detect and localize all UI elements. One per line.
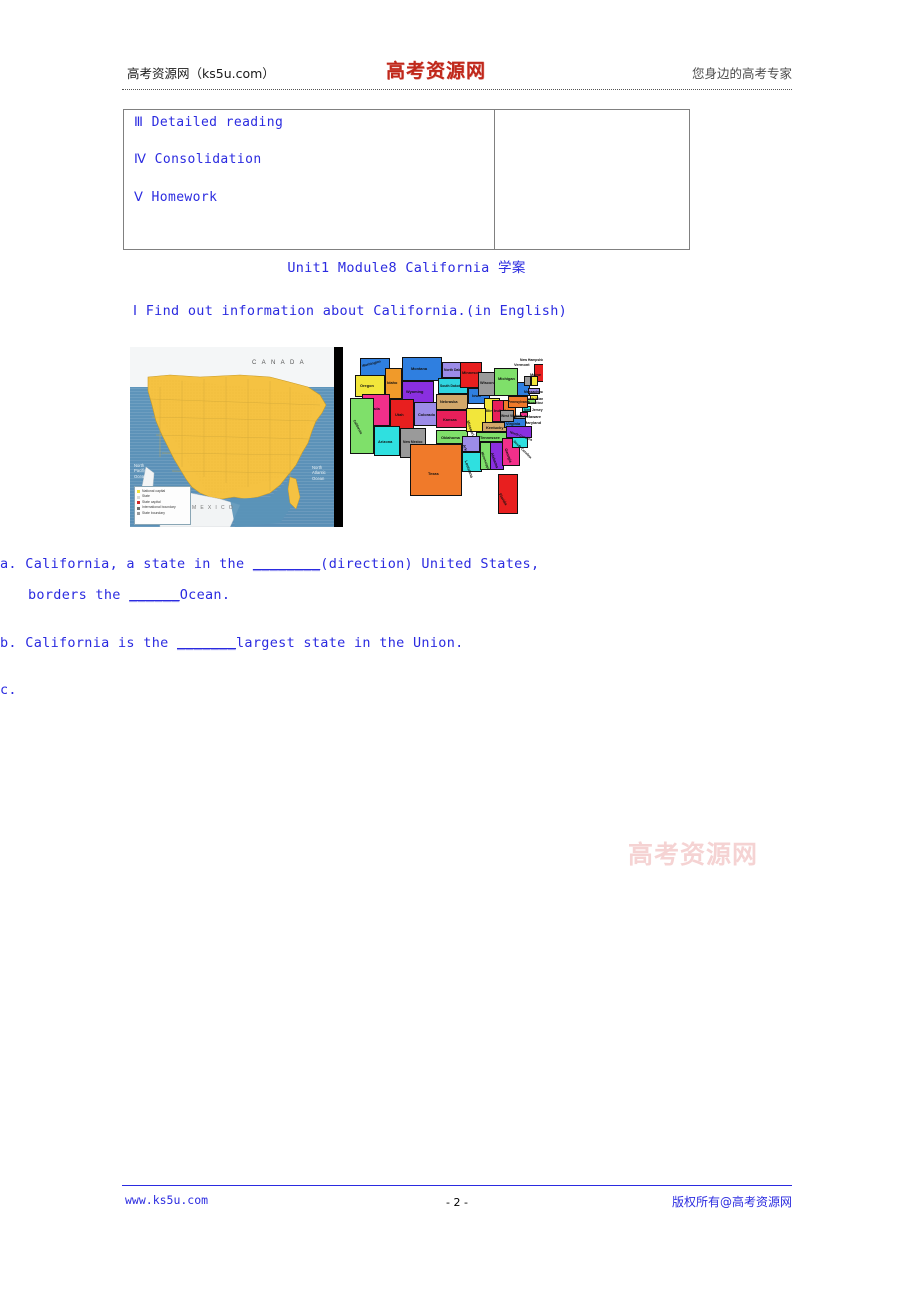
document-page: 高考资源网（ks5u.com） 高考资源网 您身边的高考专家 Ⅲ Detaile…: [0, 0, 920, 1302]
state-shape: [410, 444, 462, 496]
legend-swatch: [137, 490, 140, 494]
state-label: Nebraska: [440, 399, 458, 404]
state-label: Utah: [395, 412, 404, 417]
footer-copyright: 版权所有@高考资源网: [671, 1195, 792, 1209]
question-a-blank-2[interactable]: ______: [129, 587, 180, 603]
legend-label: State boundary: [142, 510, 165, 515]
question-b-text-after: largest state in the Union.: [236, 635, 464, 651]
state-label: Tennessee: [480, 435, 500, 440]
header-slogan: 您身边的高考专家: [691, 66, 792, 81]
question-a-text-after: (direction) United States,: [320, 556, 540, 572]
state-label: West Virginia: [501, 414, 523, 418]
legend-swatch: [137, 511, 140, 515]
state-label: Kansas: [443, 417, 457, 422]
state-shape: [494, 368, 518, 396]
page-header: 高考资源网（ks5u.com） 高考资源网 您身边的高考专家: [122, 56, 792, 90]
question-b-line1: b. California is the _______largest stat…: [0, 635, 464, 651]
question-a-line2-after: Ocean.: [179, 587, 231, 603]
us-physical-map-image: C A N A D A M E X I C O North Pacific Ocea…: [130, 347, 343, 527]
state-label: Massachusetts: [524, 390, 543, 394]
header-site-name: 高考资源网（ks5u.com）: [127, 66, 275, 81]
map-legend: National capital State State capital Int…: [134, 486, 191, 525]
state-shape: [350, 398, 374, 454]
outline-row-homework: Ⅴ Homework: [134, 189, 218, 205]
question-c-marker: c.: [0, 682, 17, 698]
state-label: Michigan: [498, 376, 515, 381]
state-shape: [531, 376, 538, 386]
page-watermark: 高考资源网: [628, 840, 759, 869]
question-b-text-before: California is the: [25, 635, 177, 651]
section-one-heading: Ⅰ Find out information about California.…: [133, 303, 568, 319]
question-a-line2-before: borders the: [28, 587, 130, 603]
legend-swatch: [137, 495, 140, 499]
outline-table: Ⅲ Detailed reading Ⅳ Consolidation Ⅴ Hom…: [123, 109, 690, 250]
state-label: New Hampshire: [520, 358, 543, 362]
label-north-atlantic-ocean: North Atlantic Ocean: [312, 465, 326, 481]
question-a-blank-1[interactable]: ________: [253, 556, 320, 572]
label-canada: C A N A D A: [252, 360, 306, 366]
state-label: Kentucky: [486, 425, 504, 430]
state-label: Wyoming: [406, 389, 424, 394]
state-label: Delaware: [524, 414, 542, 419]
outline-row-detailed-reading: Ⅲ Detailed reading: [134, 115, 284, 130]
header-divider: [122, 89, 792, 90]
image-black-border-strip: [334, 347, 343, 527]
legend-swatch: [137, 506, 140, 510]
state-label: Texas: [428, 471, 439, 476]
question-b-marker: b.: [0, 635, 17, 651]
state-label: Oklahoma: [441, 435, 460, 440]
us-political-map-image: Washington Oregon Idaho Montana North Dakota…: [348, 346, 543, 526]
outline-row-consolidation: Ⅳ Consolidation: [134, 152, 262, 168]
state-label: Oregon: [360, 383, 374, 388]
question-a-marker: a.: [0, 556, 17, 572]
outline-table-cell-right: [495, 110, 691, 249]
page-title: Unit1 Module8 California 学案: [287, 260, 526, 276]
footer-divider: [122, 1185, 792, 1186]
legend-swatch: [137, 501, 140, 505]
state-label: Montana: [411, 366, 427, 371]
state-label: Idaho: [387, 380, 398, 385]
label-north-pacific-ocean: North Pacific Ocean: [134, 463, 147, 479]
state-label: Pennsylvania: [508, 400, 530, 404]
question-a-line1: a. California, a state in the ________(d…: [0, 556, 540, 572]
state-shape: [524, 376, 531, 386]
state-label: Arizona: [378, 439, 393, 444]
label-mexico: M E X I C O: [192, 505, 235, 511]
header-logo: 高考资源网: [386, 60, 487, 82]
outline-table-cell-left: Ⅲ Detailed reading Ⅳ Consolidation Ⅴ Hom…: [124, 110, 494, 249]
question-b-blank-1[interactable]: _______: [177, 635, 236, 651]
state-label: South Dakota: [440, 384, 462, 388]
state-label: Maryland: [524, 420, 542, 425]
state-label: Vermont: [514, 362, 530, 367]
state-label: Colorado: [418, 412, 436, 417]
question-a-line2: borders the ______Ocean.: [28, 587, 231, 603]
legend-item: State boundary: [137, 511, 188, 516]
page-footer: www.ks5u.com - 2 - 版权所有@高考资源网: [122, 1190, 792, 1212]
question-a-text-before: California, a state in the: [25, 556, 253, 572]
question-c-line1: c.: [0, 682, 17, 698]
